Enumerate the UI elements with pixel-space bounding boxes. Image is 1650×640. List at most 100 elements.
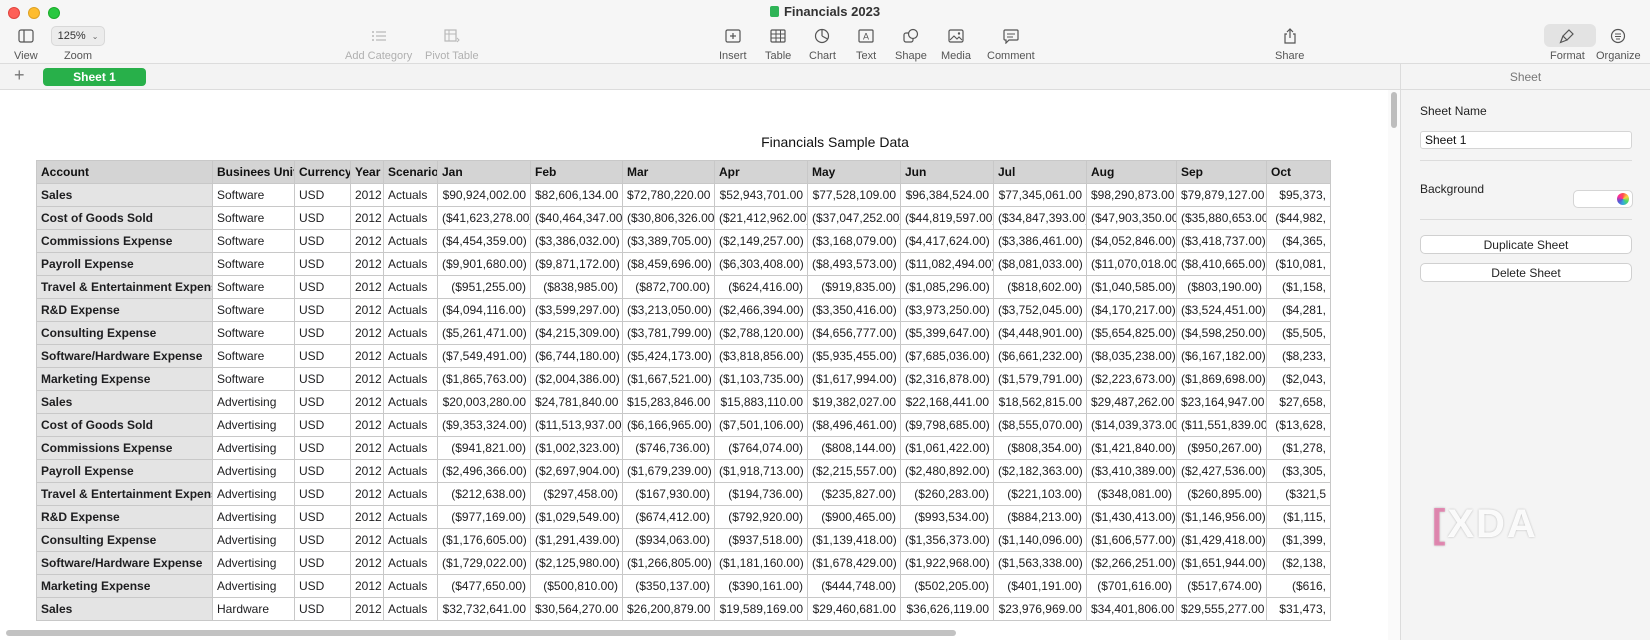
column-header[interactable]: Account bbox=[36, 160, 213, 184]
account-cell[interactable]: R&D Expense bbox=[36, 505, 213, 529]
table-cell[interactable]: ($8,459,696.00) bbox=[622, 252, 715, 276]
table-cell[interactable]: 2012 bbox=[350, 390, 384, 414]
table-cell[interactable]: ($4,656,777.00) bbox=[807, 321, 901, 345]
account-cell[interactable]: Travel & Entertainment Expense bbox=[36, 275, 213, 299]
table-cell[interactable]: ($624,416.00) bbox=[714, 275, 808, 299]
table-cell[interactable]: USD bbox=[294, 321, 351, 345]
format-button[interactable]: Format bbox=[1550, 26, 1585, 62]
table-cell[interactable]: ($221,103.00) bbox=[993, 482, 1087, 506]
table-cell[interactable]: USD bbox=[294, 229, 351, 253]
table-cell[interactable]: ($2,788,120.00) bbox=[714, 321, 808, 345]
table-cell[interactable]: Advertising bbox=[212, 413, 295, 437]
account-cell[interactable]: Cost of Goods Sold bbox=[36, 413, 213, 437]
table-cell[interactable]: ($2,223,673.00) bbox=[1086, 367, 1177, 391]
table-cell[interactable]: 2012 bbox=[350, 482, 384, 506]
table-cell[interactable]: ($9,353,324.00) bbox=[437, 413, 531, 437]
financials-table[interactable]: Account Businees Unit Currency Year Scenario… bbox=[36, 160, 1331, 621]
table-cell[interactable]: ($44,819,597.00) bbox=[900, 206, 994, 230]
table-cell[interactable]: ($746,736.00) bbox=[622, 436, 715, 460]
table-cell[interactable]: USD bbox=[294, 436, 351, 460]
column-header[interactable]: Currency bbox=[294, 160, 351, 184]
table-cell[interactable]: ($3,818,856.00) bbox=[714, 344, 808, 368]
table-cell[interactable]: ($8,555,070.00) bbox=[993, 413, 1087, 437]
table-cell[interactable]: ($1,291,439.00) bbox=[530, 528, 623, 552]
table-cell[interactable]: ($11,513,937.00) bbox=[530, 413, 623, 437]
table-cell[interactable]: ($838,985.00) bbox=[530, 275, 623, 299]
table-cell[interactable]: ($1,266,805.00) bbox=[622, 551, 715, 575]
table-cell[interactable]: ($297,458.00) bbox=[530, 482, 623, 506]
table-cell[interactable]: Advertising bbox=[212, 459, 295, 483]
table-cell[interactable]: ($941,821.00) bbox=[437, 436, 531, 460]
account-cell[interactable]: Marketing Expense bbox=[36, 574, 213, 598]
table-cell[interactable]: Hardware bbox=[212, 597, 295, 621]
table-cell[interactable]: ($3,386,032.00) bbox=[530, 229, 623, 253]
column-header[interactable]: Aug bbox=[1086, 160, 1177, 184]
column-header[interactable]: Oct bbox=[1266, 160, 1331, 184]
table-cell[interactable]: ($1,085,296.00) bbox=[900, 275, 994, 299]
table-cell[interactable]: $26,200,879.00 bbox=[622, 597, 715, 621]
table-cell[interactable]: USD bbox=[294, 367, 351, 391]
table-cell[interactable]: ($764,074.00) bbox=[714, 436, 808, 460]
table-cell[interactable]: Advertising bbox=[212, 390, 295, 414]
table-cell[interactable]: ($11,082,494.00) bbox=[900, 252, 994, 276]
table-cell[interactable]: ($1,040,585.00) bbox=[1086, 275, 1177, 299]
table-cell[interactable]: Software bbox=[212, 298, 295, 322]
account-cell[interactable]: Travel & Entertainment Expense bbox=[36, 482, 213, 506]
table-cell[interactable]: Advertising bbox=[212, 574, 295, 598]
text-button[interactable]: A Text bbox=[856, 26, 876, 62]
table-cell[interactable]: 2012 bbox=[350, 528, 384, 552]
column-header[interactable]: Jan bbox=[437, 160, 531, 184]
add-category-button[interactable]: Add Category bbox=[345, 26, 412, 62]
table-cell[interactable]: Advertising bbox=[212, 528, 295, 552]
table-cell[interactable]: ($3,781,799.00) bbox=[622, 321, 715, 345]
table-cell[interactable]: ($1,651,944.00) bbox=[1176, 551, 1267, 575]
table-cell[interactable]: USD bbox=[294, 597, 351, 621]
table-cell[interactable]: 2012 bbox=[350, 413, 384, 437]
table-cell[interactable]: ($41,623,278.00) bbox=[437, 206, 531, 230]
table-cell[interactable]: ($3,305, bbox=[1266, 459, 1331, 483]
table-cell[interactable]: Actuals bbox=[383, 551, 438, 575]
vertical-scrollbar[interactable] bbox=[1388, 90, 1400, 640]
table-cell[interactable]: ($8,035,238.00) bbox=[1086, 344, 1177, 368]
table-cell[interactable]: ($3,350,416.00) bbox=[807, 298, 901, 322]
table-cell[interactable]: USD bbox=[294, 413, 351, 437]
table-cell[interactable]: ($2,043, bbox=[1266, 367, 1331, 391]
table-cell[interactable]: USD bbox=[294, 574, 351, 598]
table-cell[interactable]: ($1,181,160.00) bbox=[714, 551, 808, 575]
table-cell[interactable]: ($2,182,363.00) bbox=[993, 459, 1087, 483]
table-cell[interactable]: ($2,138, bbox=[1266, 551, 1331, 575]
table-cell[interactable]: ($9,798,685.00) bbox=[900, 413, 994, 437]
table-cell[interactable]: ($1,606,577.00) bbox=[1086, 528, 1177, 552]
table-cell[interactable]: 2012 bbox=[350, 597, 384, 621]
table-cell[interactable]: ($9,871,172.00) bbox=[530, 252, 623, 276]
table-cell[interactable]: ($808,144.00) bbox=[807, 436, 901, 460]
table-cell[interactable]: ($321,5 bbox=[1266, 482, 1331, 506]
table-cell[interactable]: ($444,748.00) bbox=[807, 574, 901, 598]
table-cell[interactable]: ($40,464,347.00) bbox=[530, 206, 623, 230]
table-cell[interactable]: $90,924,002.00 bbox=[437, 183, 531, 207]
table-cell[interactable]: $52,943,701.00 bbox=[714, 183, 808, 207]
table-cell[interactable]: Advertising bbox=[212, 482, 295, 506]
column-header[interactable]: Feb bbox=[530, 160, 623, 184]
table-cell[interactable]: ($8,233, bbox=[1266, 344, 1331, 368]
table-cell[interactable]: ($1,139,418.00) bbox=[807, 528, 901, 552]
table-cell[interactable]: 2012 bbox=[350, 252, 384, 276]
table-cell[interactable]: ($6,303,408.00) bbox=[714, 252, 808, 276]
table-cell[interactable]: $72,780,220.00 bbox=[622, 183, 715, 207]
table-cell[interactable]: ($1,918,713.00) bbox=[714, 459, 808, 483]
account-cell[interactable]: Sales bbox=[36, 390, 213, 414]
table-cell[interactable]: $18,562,815.00 bbox=[993, 390, 1087, 414]
table-cell[interactable]: $29,487,262.00 bbox=[1086, 390, 1177, 414]
table-cell[interactable]: ($1,399, bbox=[1266, 528, 1331, 552]
table-cell[interactable]: ($35,880,653.00) bbox=[1176, 206, 1267, 230]
color-wheel-icon[interactable] bbox=[1617, 193, 1629, 205]
account-cell[interactable]: Commissions Expense bbox=[36, 229, 213, 253]
shape-button[interactable]: Shape bbox=[895, 26, 927, 62]
table-cell[interactable]: ($11,551,839.00) bbox=[1176, 413, 1267, 437]
table-cell[interactable]: ($4,448,901.00) bbox=[993, 321, 1087, 345]
table-cell[interactable]: ($1,103,735.00) bbox=[714, 367, 808, 391]
table-cell[interactable]: ($1,667,521.00) bbox=[622, 367, 715, 391]
table-cell[interactable]: ($4,598,250.00) bbox=[1176, 321, 1267, 345]
account-cell[interactable]: Cost of Goods Sold bbox=[36, 206, 213, 230]
table-cell[interactable]: ($390,161.00) bbox=[714, 574, 808, 598]
